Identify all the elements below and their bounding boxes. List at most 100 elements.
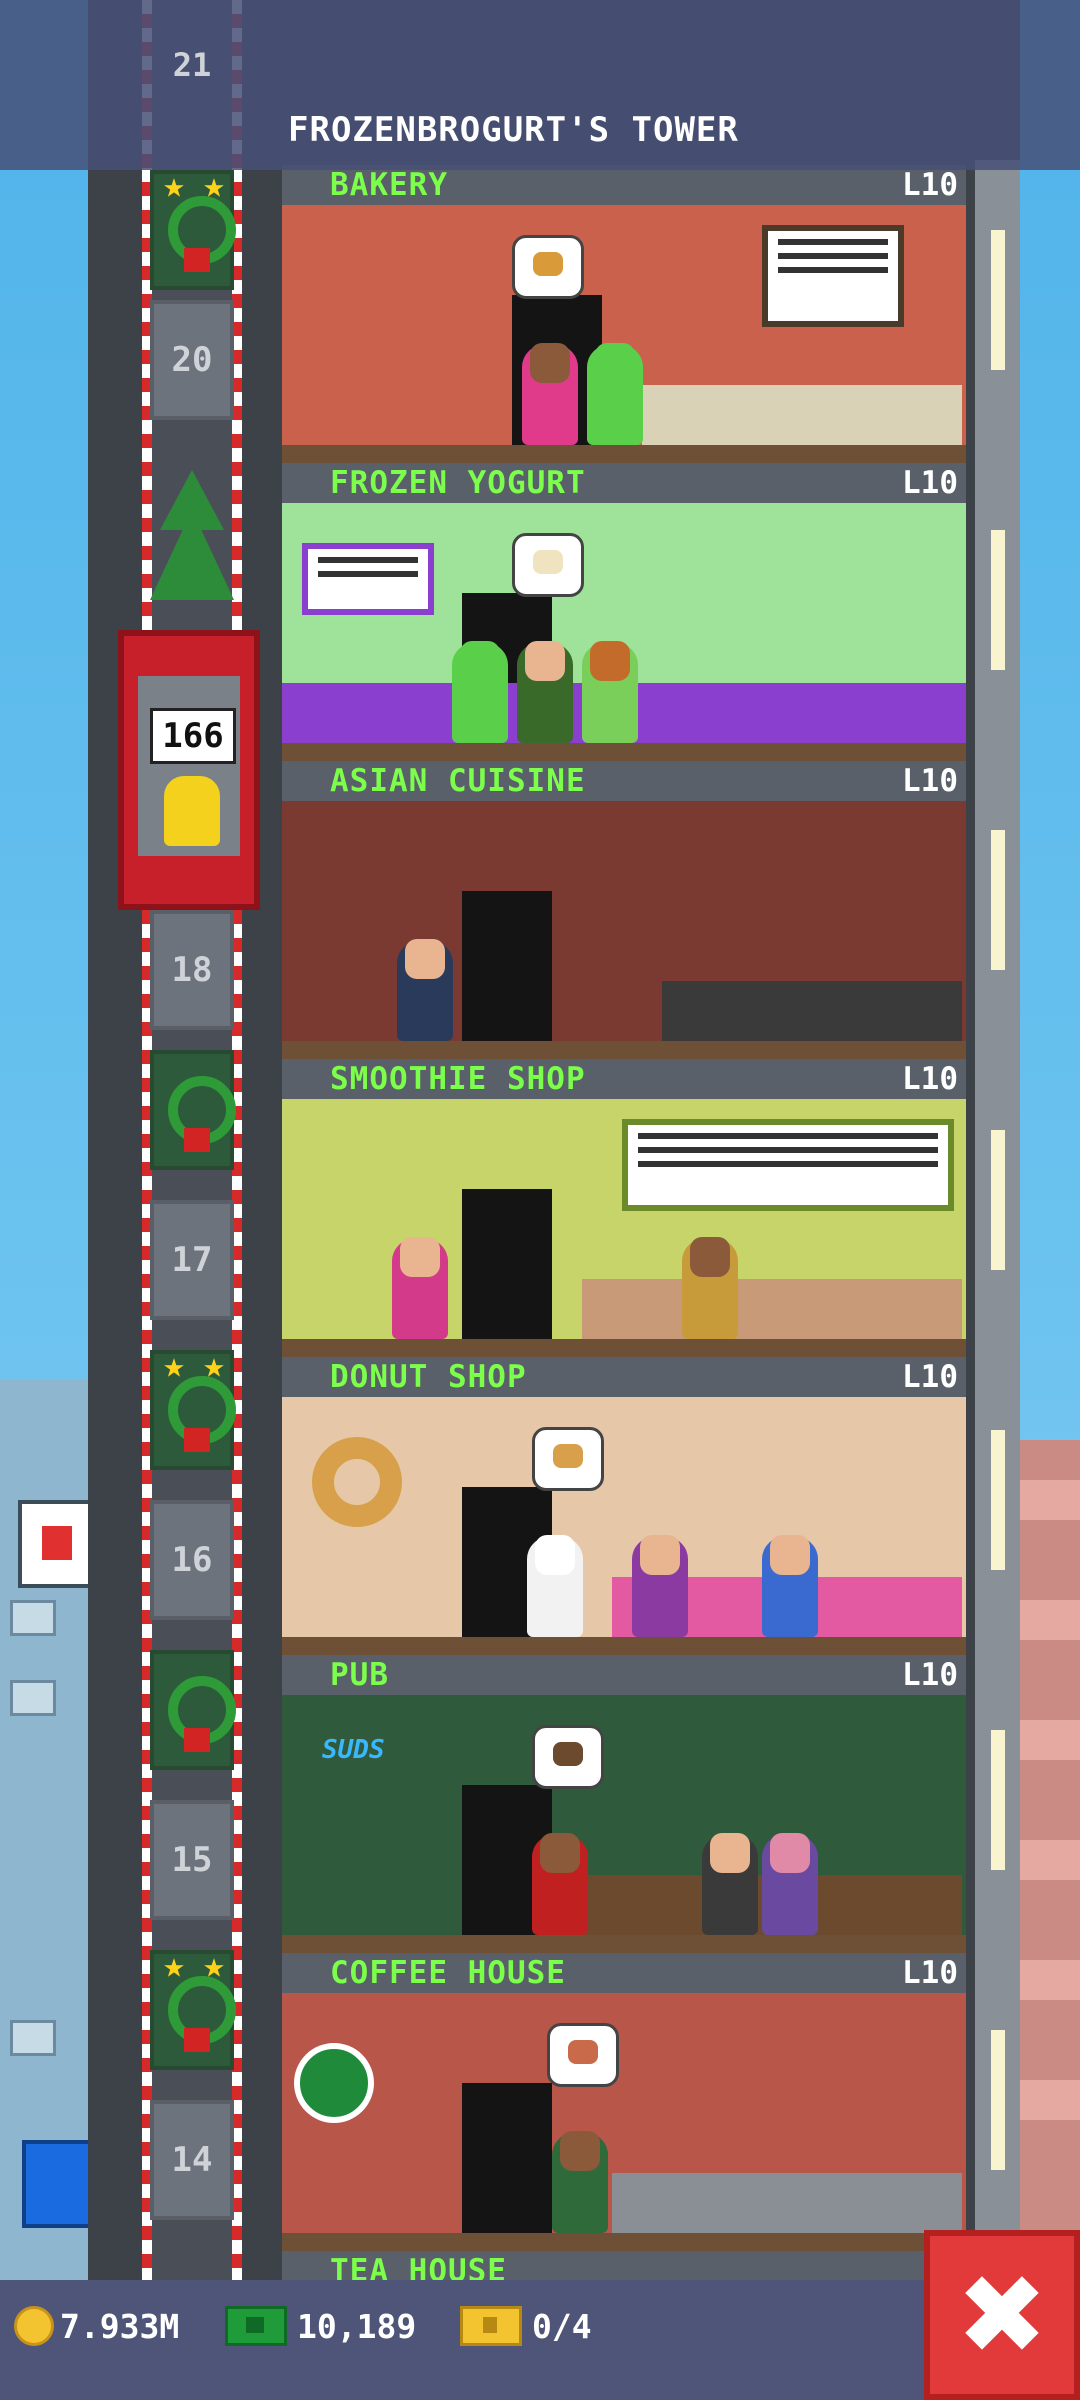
floor-header: SMOOTHIE SHOP L10 [282, 1059, 966, 1099]
tickets-display[interactable]: 0/4 [460, 2296, 592, 2356]
tower-right-wall [975, 160, 1020, 2280]
shaft-floor-21: 21 [172, 46, 212, 84]
speech-bubble[interactable] [532, 1725, 604, 1789]
customer-frog[interactable] [587, 343, 643, 445]
floor-room: SUDS [282, 1695, 966, 1953]
wreath-decoration: ★ ★ [150, 168, 236, 290]
customer[interactable] [702, 1833, 758, 1935]
building-stripe [1015, 1840, 1080, 1880]
bux-display[interactable]: 10,189 [225, 2296, 416, 2356]
wreath-decoration [150, 1650, 236, 1770]
building-window [10, 2020, 56, 2056]
floor-name: FROZEN YOGURT [330, 465, 586, 501]
floor-tea-house[interactable]: TEA HOUSE [282, 2251, 966, 2289]
customer[interactable] [522, 343, 578, 445]
elevator-counter: 166 [150, 708, 236, 764]
customer[interactable] [392, 1237, 448, 1339]
customer[interactable] [762, 1833, 818, 1935]
customer[interactable] [582, 641, 638, 743]
close-icon: ✖ [955, 2251, 1049, 2379]
close-button[interactable]: ✖ [924, 2230, 1080, 2400]
customer-frog[interactable] [452, 641, 508, 743]
menu-board [622, 1119, 954, 1211]
wreath-decoration [150, 1050, 236, 1170]
floor-name: BAKERY [330, 167, 448, 203]
speech-bubble[interactable] [512, 533, 584, 597]
bow-icon [184, 1728, 210, 1752]
customer[interactable] [532, 1833, 588, 1935]
floor-header: ASIAN CUISINE L10 [282, 761, 966, 801]
floor-name: DONUT SHOP [330, 1359, 527, 1395]
tower-title: FROZENBROGURT'S TOWER [288, 110, 739, 150]
bow-icon [184, 1428, 210, 1452]
customer[interactable] [397, 939, 453, 1041]
coin-icon [14, 2306, 54, 2346]
speech-bubble[interactable] [512, 235, 584, 299]
floor-level: L10 [902, 763, 958, 799]
floor-header: PUB L10 [282, 1655, 966, 1695]
floor-header: TEA HOUSE [282, 2251, 966, 2289]
building-stripe [1015, 1480, 1080, 1520]
floor-level: L10 [902, 1061, 958, 1097]
bow-icon [184, 2028, 210, 2052]
christmas-tree-icon [150, 440, 234, 620]
floor-room [282, 503, 966, 761]
floor-room [282, 205, 966, 463]
wall-light [991, 1430, 1005, 1570]
coins-display[interactable]: 7.933M [14, 2296, 179, 2356]
ticket-icon [460, 2306, 522, 2346]
floor-name: SMOOTHIE SHOP [330, 1061, 586, 1097]
background-building-right [1015, 1440, 1080, 2280]
floor-level: L10 [902, 167, 958, 203]
building-window [10, 1600, 56, 1636]
customer[interactable] [517, 641, 573, 743]
room-door [462, 2083, 552, 2233]
floor-coffee-house[interactable]: COFFEE HOUSE L10 [282, 1953, 966, 2251]
building-stripe [1015, 1600, 1080, 1640]
room-door [462, 891, 552, 1041]
floor-room [282, 1099, 966, 1357]
floor-room [282, 1397, 966, 1655]
floor-room [282, 801, 966, 1059]
donut-sign-icon [312, 1437, 402, 1527]
floor-name: PUB [330, 1657, 389, 1693]
speech-bubble[interactable] [547, 2023, 619, 2087]
floor-level: L10 [902, 1955, 958, 1991]
floor-base [282, 1339, 966, 1357]
building-stripe [1015, 1960, 1080, 2000]
coins-value: 7.933M [60, 2306, 180, 2346]
fries-icon [42, 1526, 72, 1560]
coffee-counter [612, 2173, 962, 2233]
wall-light [991, 530, 1005, 670]
smoothie-counter [582, 1279, 962, 1339]
customer[interactable] [552, 2131, 608, 2233]
tree-bottom [150, 510, 234, 600]
wreath-decoration: ★ ★ [150, 1348, 236, 1470]
floor-smoothie-shop[interactable]: SMOOTHIE SHOP L10 [282, 1059, 966, 1357]
customer[interactable] [682, 1237, 738, 1339]
speech-bubble[interactable] [532, 1427, 604, 1491]
wall-light [991, 830, 1005, 970]
building-stripe [1015, 1720, 1080, 1760]
floor-base [282, 1637, 966, 1655]
floor-header: BAKERY L10 [282, 165, 966, 205]
wreath-decoration: ★ ★ [150, 1948, 236, 2070]
bow-icon [184, 248, 210, 272]
bow-icon [184, 1128, 210, 1152]
floor-asian-cuisine[interactable]: ASIAN CUISINE L10 [282, 761, 966, 1059]
floor-frozen-yogurt[interactable]: FROZEN YOGURT L10 [282, 463, 966, 761]
floor-base [282, 1935, 966, 1953]
shaft-floor-18: 18 [150, 910, 234, 1030]
elevator-car[interactable]: 166 [118, 630, 260, 910]
customer-snowman[interactable] [527, 1535, 583, 1637]
shaft-floor-20: 20 [150, 300, 234, 420]
building-window [10, 1680, 56, 1716]
floor-donut-shop[interactable]: DONUT SHOP L10 [282, 1357, 966, 1655]
floor-pub[interactable]: PUB L10 SUDS [282, 1655, 966, 1953]
customer[interactable] [632, 1535, 688, 1637]
floor-bakery[interactable]: BAKERY L10 [282, 165, 966, 463]
floor-base [282, 1041, 966, 1059]
room-door [462, 1189, 552, 1339]
customer[interactable] [762, 1535, 818, 1637]
shaft-floor-15: 15 [150, 1800, 234, 1920]
